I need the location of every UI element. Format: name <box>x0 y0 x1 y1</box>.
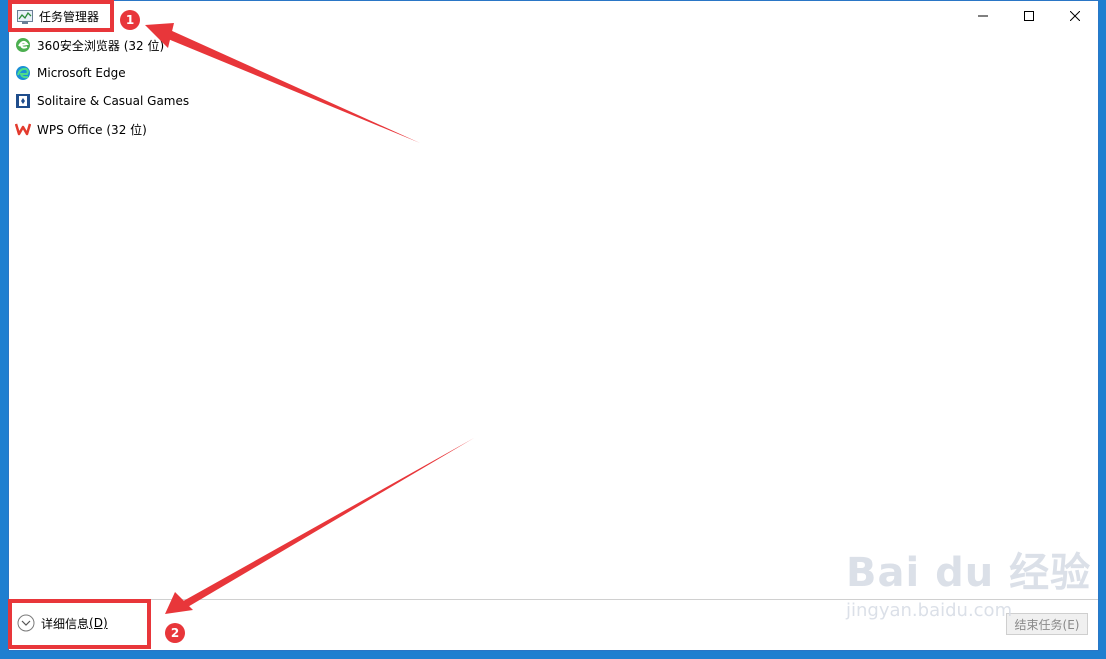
edge-icon <box>16 66 30 80</box>
annotation-badge-1: 1 <box>120 10 140 30</box>
app-item-360-browser[interactable]: 360安全浏览器 (32 位) <box>9 31 1098 59</box>
app-label: WPS Office (32 位) <box>37 122 147 137</box>
close-button[interactable] <box>1052 1 1098 31</box>
360-browser-icon <box>16 38 30 52</box>
window-controls <box>960 1 1098 31</box>
minimize-icon <box>978 15 988 17</box>
wps-icon <box>15 123 31 136</box>
maximize-button[interactable] <box>1006 1 1052 31</box>
highlight-box-title <box>8 0 114 32</box>
app-item-solitaire[interactable]: Solitaire & Casual Games <box>9 87 1098 115</box>
baidu-watermark: Bai du 经验 jingyan.baidu.com <box>846 540 1091 621</box>
highlight-box-details <box>8 599 151 649</box>
app-label: 360安全浏览器 (32 位) <box>37 38 165 53</box>
close-icon <box>1070 11 1080 21</box>
app-list: 360安全浏览器 (32 位) Microsoft Edge Solitaire… <box>9 31 1098 143</box>
app-item-wps-office[interactable]: WPS Office (32 位) <box>9 115 1098 143</box>
app-item-microsoft-edge[interactable]: Microsoft Edge <box>9 59 1098 87</box>
minimize-button[interactable] <box>960 1 1006 31</box>
annotation-badge-2: 2 <box>165 623 185 643</box>
watermark-main: Bai du 经验 <box>846 550 1092 596</box>
solitaire-icon <box>16 94 30 108</box>
app-label: Microsoft Edge <box>37 66 126 80</box>
app-label: Solitaire & Casual Games <box>37 94 190 108</box>
watermark-sub: jingyan.baidu.com <box>846 600 1013 621</box>
title-bar[interactable]: 任务管理器 <box>9 1 1098 31</box>
maximize-icon <box>1024 11 1034 21</box>
